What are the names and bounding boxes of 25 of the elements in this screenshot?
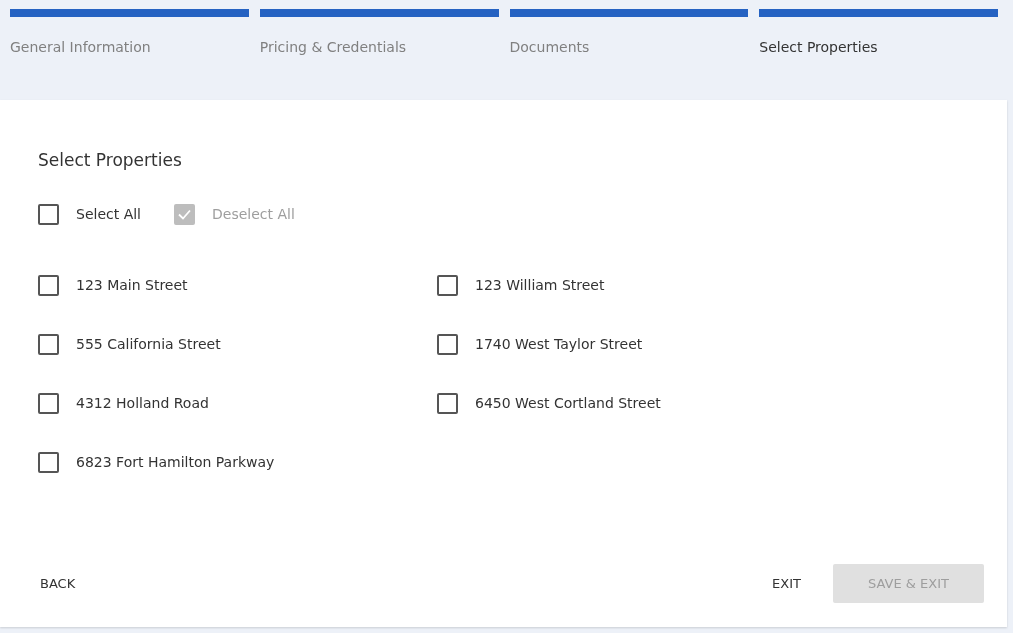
step-tab[interactable]: Documents <box>509 37 749 58</box>
section-title: Select Properties <box>38 149 183 172</box>
check-icon <box>178 208 191 220</box>
checkbox-label: Deselect All <box>212 204 295 224</box>
checkbox-label: 6823 Fort Hamilton Parkway <box>76 452 275 472</box>
checkbox-label: 1740 West Taylor Street <box>475 334 643 354</box>
checkbox[interactable] <box>38 203 59 225</box>
step-tab[interactable]: Select Properties <box>759 37 998 58</box>
checkbox-label: 123 Main Street <box>76 275 188 295</box>
checkbox-label: 6450 West Cortland Street <box>475 393 661 413</box>
checkbox-label: 123 William Street <box>475 275 605 295</box>
checkbox[interactable] <box>38 451 59 473</box>
checkbox[interactable] <box>437 392 458 414</box>
checkbox[interactable] <box>38 333 59 355</box>
checkbox[interactable] <box>38 274 59 296</box>
step-tab[interactable]: General Information <box>10 37 249 58</box>
checkbox[interactable] <box>38 392 59 414</box>
checkbox[interactable] <box>437 274 458 296</box>
exit-button[interactable]: EXIT <box>768 565 805 602</box>
checkbox-label: 555 California Street <box>76 334 221 354</box>
checkbox-label: Select All <box>76 204 141 224</box>
checkbox[interactable] <box>437 333 458 355</box>
step-tab[interactable]: Pricing & Credentials <box>259 37 499 58</box>
checkbox-label: 4312 Holland Road <box>76 393 209 413</box>
back-button[interactable]: BACK <box>36 565 80 602</box>
